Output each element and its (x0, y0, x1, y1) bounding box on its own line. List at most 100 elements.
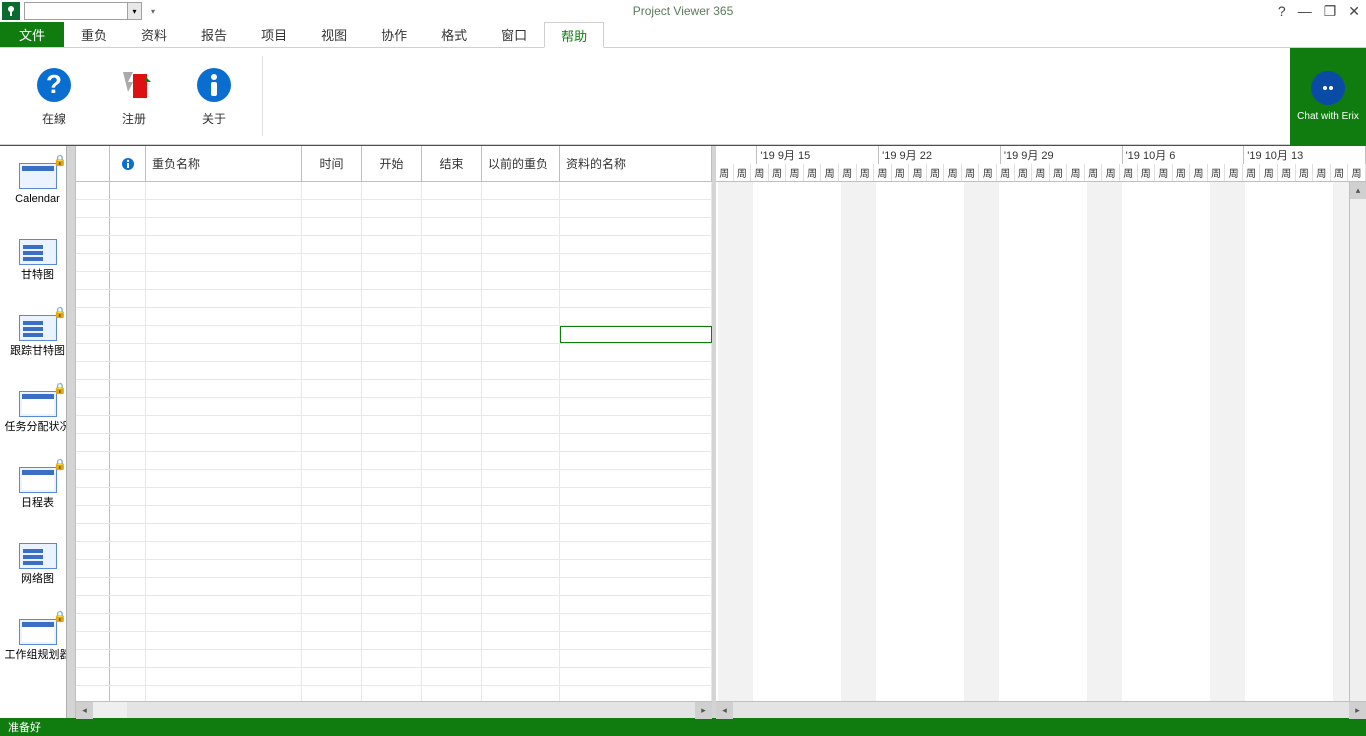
timeline-week[interactable]: '19 9月 22 (879, 146, 1001, 164)
timeline-day[interactable]: 周 (1173, 164, 1191, 181)
tab-4[interactable]: 视图 (304, 22, 364, 47)
sidebar-view-5[interactable]: 网络图 (0, 526, 75, 602)
timeline-day[interactable]: 周 (1296, 164, 1314, 181)
timeline-day[interactable]: 周 (769, 164, 787, 181)
predecessors-column-header[interactable]: 以前的重负 (482, 146, 560, 181)
timeline-day[interactable]: 周 (979, 164, 997, 181)
grid-horizontal-scrollbar[interactable]: ◂ ▸ (76, 701, 712, 718)
timeline-day[interactable]: 周 (874, 164, 892, 181)
chat-with-erix-button[interactable]: Chat with Erix (1290, 48, 1366, 145)
table-row[interactable] (76, 326, 712, 344)
table-row[interactable] (76, 344, 712, 362)
table-row[interactable] (76, 416, 712, 434)
timeline-day[interactable]: 周 (1278, 164, 1296, 181)
timeline-day[interactable]: 周 (1190, 164, 1208, 181)
timeline-day[interactable]: 周 (1225, 164, 1243, 181)
table-row[interactable] (76, 290, 712, 308)
timeline-week[interactable]: '19 9月 15 (757, 146, 879, 164)
timeline-day[interactable]: 周 (1155, 164, 1173, 181)
timeline-day[interactable]: 周 (1208, 164, 1226, 181)
table-row[interactable] (76, 542, 712, 560)
table-row[interactable] (76, 218, 712, 236)
timeline-day[interactable]: 周 (857, 164, 875, 181)
quick-access-customize[interactable]: ▾ (148, 2, 158, 20)
sidebar-view-1[interactable]: 甘特图 (0, 222, 75, 298)
start-column-header[interactable]: 开始 (362, 146, 422, 181)
timeline-day[interactable]: 周 (1313, 164, 1331, 181)
close-button[interactable]: ✕ (1348, 3, 1360, 20)
timeline-day[interactable]: 周 (962, 164, 980, 181)
scroll-left-icon[interactable]: ◂ (76, 702, 93, 719)
timeline-day[interactable]: 周 (1138, 164, 1156, 181)
timeline-day[interactable]: 周 (1348, 164, 1366, 181)
timeline-day[interactable]: 周 (1331, 164, 1349, 181)
timeline-day[interactable]: 周 (804, 164, 822, 181)
timeline-week[interactable] (716, 146, 757, 164)
gantt-vertical-scrollbar[interactable]: ▴ (1349, 182, 1366, 701)
timeline-week[interactable]: '19 9月 29 (1001, 146, 1123, 164)
table-row[interactable] (76, 596, 712, 614)
scroll-up-icon[interactable]: ▴ (1350, 182, 1366, 199)
table-row[interactable] (76, 254, 712, 272)
grid-body[interactable] (76, 182, 712, 701)
timeline-day[interactable]: 周 (1067, 164, 1085, 181)
info-column-header[interactable] (110, 146, 146, 181)
help-button[interactable]: ? (1278, 3, 1286, 19)
about-button[interactable]: 关于 (174, 51, 254, 141)
table-row[interactable] (76, 200, 712, 218)
tab-0[interactable]: 重负 (64, 22, 124, 47)
timeline-day[interactable]: 周 (1120, 164, 1138, 181)
register-button[interactable]: 注册 (94, 51, 174, 141)
timeline-day[interactable]: 周 (1085, 164, 1103, 181)
timeline-day[interactable]: 周 (786, 164, 804, 181)
table-row[interactable] (76, 380, 712, 398)
table-row[interactable] (76, 668, 712, 686)
table-row[interactable] (76, 524, 712, 542)
timeline-day[interactable]: 周 (821, 164, 839, 181)
gantt-horizontal-scrollbar[interactable]: ◂ ▸ (716, 701, 1366, 718)
table-row[interactable] (76, 650, 712, 668)
timeline-day[interactable]: 周 (1260, 164, 1278, 181)
duration-column-header[interactable]: 时间 (302, 146, 362, 181)
scroll-track[interactable] (127, 702, 695, 718)
table-row[interactable] (76, 434, 712, 452)
table-row[interactable] (76, 560, 712, 578)
tab-2[interactable]: 报告 (184, 22, 244, 47)
timeline-day[interactable]: 周 (1015, 164, 1033, 181)
timeline-day[interactable]: 周 (997, 164, 1015, 181)
gantt-body[interactable] (716, 182, 1366, 701)
timeline-day[interactable]: 周 (944, 164, 962, 181)
timeline-day[interactable]: 周 (716, 164, 734, 181)
timeline-day[interactable]: 周 (1243, 164, 1261, 181)
scroll-track[interactable] (733, 702, 1349, 718)
tab-file[interactable]: 文件 (0, 22, 64, 47)
timeline-day[interactable]: 周 (751, 164, 769, 181)
tab-8[interactable]: 帮助 (544, 22, 604, 48)
table-row[interactable] (76, 578, 712, 596)
table-row[interactable] (76, 488, 712, 506)
table-row[interactable] (76, 182, 712, 200)
table-row[interactable] (76, 272, 712, 290)
table-row[interactable] (76, 686, 712, 701)
timeline-day[interactable]: 周 (839, 164, 857, 181)
scroll-left-icon[interactable]: ◂ (716, 702, 733, 719)
online-button[interactable]: ? 在線 (14, 51, 94, 141)
maximize-button[interactable]: ❐ (1324, 3, 1337, 20)
finish-column-header[interactable]: 结束 (422, 146, 482, 181)
table-row[interactable] (76, 452, 712, 470)
scroll-right-icon[interactable]: ▸ (695, 702, 712, 719)
scroll-right-icon[interactable]: ▸ (1349, 702, 1366, 719)
row-number-header[interactable] (76, 146, 110, 181)
timeline-day[interactable]: 周 (734, 164, 752, 181)
table-row[interactable] (76, 632, 712, 650)
timeline-day[interactable]: 周 (909, 164, 927, 181)
table-row[interactable] (76, 506, 712, 524)
table-row[interactable] (76, 308, 712, 326)
tab-5[interactable]: 协作 (364, 22, 424, 47)
table-row[interactable] (76, 236, 712, 254)
timeline-day[interactable]: 周 (892, 164, 910, 181)
minimize-button[interactable]: — (1298, 3, 1312, 19)
tab-6[interactable]: 格式 (424, 22, 484, 47)
timeline-day[interactable]: 周 (1102, 164, 1120, 181)
tab-7[interactable]: 窗口 (484, 22, 544, 47)
